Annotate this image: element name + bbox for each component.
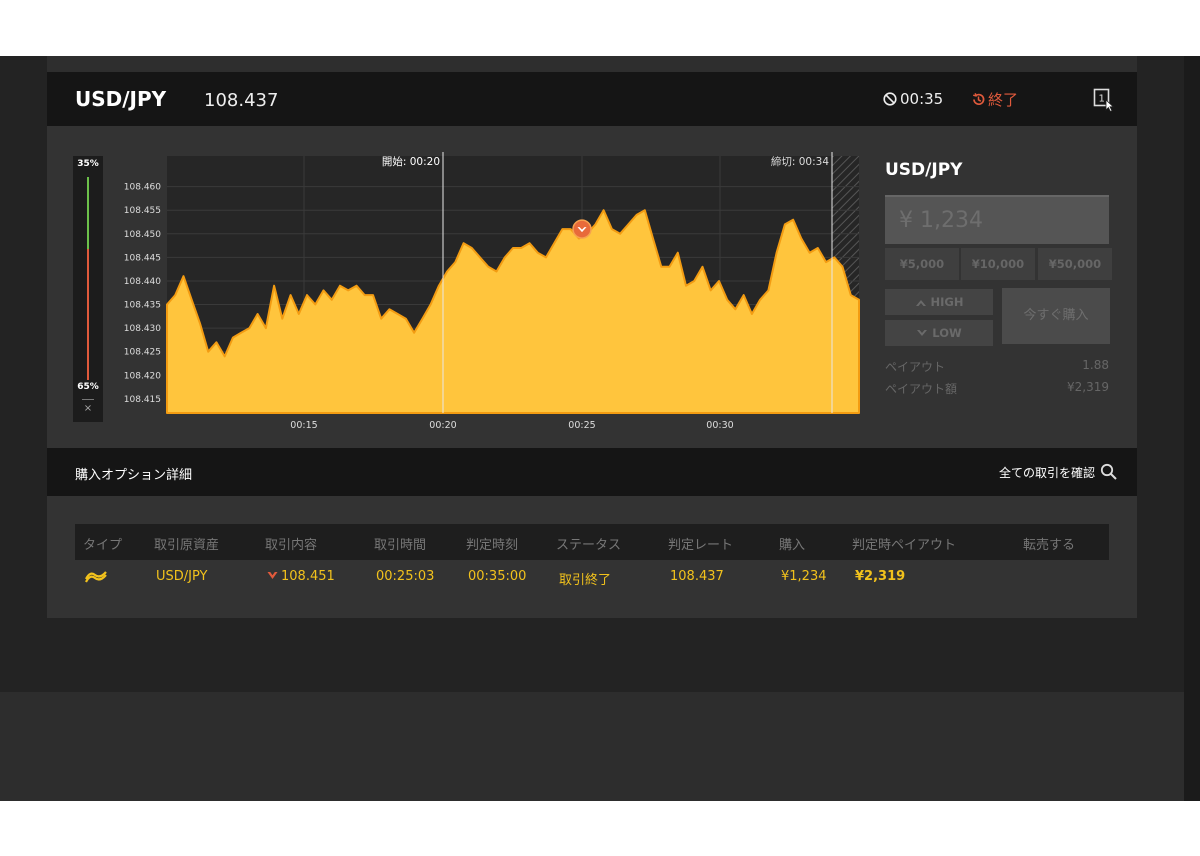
scrollbar-rail[interactable]	[1184, 56, 1200, 801]
table-row[interactable]: USD/JPY 108.451 00:25:03 00:35:00 取引終了 1…	[75, 560, 1109, 596]
y-tick-label: 108.460	[124, 183, 161, 193]
y-tick-label: 108.420	[124, 371, 161, 381]
timer-value: 00:35	[900, 90, 944, 108]
amount-chip-50000[interactable]: ¥50,000	[1038, 248, 1112, 280]
amount-input[interactable]: ¥ 1,234	[885, 195, 1109, 244]
app-lower-background	[0, 692, 1184, 801]
buy-now-button[interactable]: 今すぐ購入	[1002, 288, 1110, 344]
amount-chip-10000[interactable]: ¥10,000	[961, 248, 1035, 280]
up-arrow-icon	[915, 300, 926, 306]
window-toggle-button[interactable]: 1	[1093, 88, 1115, 116]
all-trades-link[interactable]: 全ての取引を確認	[999, 463, 1118, 481]
end-label: 締切: 00:34	[771, 155, 829, 168]
col-payout: 判定時ペイアウト	[852, 538, 957, 553]
col-type: タイプ	[83, 538, 123, 553]
y-tick-label: 108.455	[124, 206, 161, 216]
trading-panel: USD/JPY 108.437 00:35 終了 1 35% 65% × 108…	[47, 72, 1137, 618]
header-timer: 00:35	[883, 90, 943, 108]
no-entry-icon	[883, 92, 897, 106]
svg-text:1: 1	[1099, 94, 1105, 105]
amount-chip-5000[interactable]: ¥5,000	[885, 248, 959, 280]
trade-time-cell: 00:25:03	[376, 569, 435, 584]
payout-value: 1.88	[1082, 358, 1109, 372]
type-cell	[84, 567, 108, 589]
options-table-header: タイプ 取引原資産 取引内容 取引時間 判定時刻 ステータス 判定レート 購入 …	[75, 524, 1109, 560]
search-icon	[1100, 463, 1117, 480]
start-label: 開始: 00:20	[382, 155, 440, 168]
all-trades-label: 全ての取引を確認	[999, 466, 1096, 480]
col-purchase: 購入	[779, 538, 806, 553]
content-rate: 108.451	[281, 569, 335, 584]
y-tick-label: 108.445	[124, 253, 161, 263]
x-tick-label: 00:30	[706, 420, 733, 431]
history-icon	[973, 93, 985, 106]
entry-marker	[572, 219, 592, 239]
gauge-low-bar	[87, 249, 89, 380]
col-resell: 転売する	[1023, 538, 1076, 553]
col-trade-time: 取引時間	[374, 538, 427, 553]
gauge-high-percent: 35%	[77, 159, 99, 169]
payout-label: ペイアウト	[885, 360, 946, 374]
y-tick-label: 108.430	[124, 324, 161, 334]
high-low-type-icon	[85, 571, 107, 583]
high-label: HIGH	[930, 295, 964, 309]
y-tick-label: 108.435	[124, 301, 161, 311]
y-tick-label: 108.440	[124, 277, 161, 287]
gauge-divider	[82, 399, 94, 400]
sentiment-gauge: 35% 65% ×	[73, 156, 103, 422]
trade-header: USD/JPY 108.437 00:35 終了 1	[47, 72, 1137, 126]
col-judge-rate: 判定レート	[668, 538, 734, 553]
status-cell: 取引終了	[559, 573, 612, 588]
options-header-bar: 購入オプション詳細 全ての取引を確認	[47, 448, 1137, 496]
header-pair: USD/JPY	[75, 87, 167, 111]
payout-amount-label: ペイアウト額	[885, 382, 958, 396]
y-tick-label: 108.450	[124, 230, 161, 240]
x-tick-label: 00:15	[290, 420, 317, 431]
low-direction-icon	[267, 572, 278, 579]
x-tick-label: 00:20	[429, 420, 456, 431]
low-button[interactable]: LOW	[885, 320, 993, 346]
down-arrow-icon	[917, 330, 928, 336]
judge-time-cell: 00:35:00	[468, 569, 527, 584]
judge-rate-cell: 108.437	[670, 569, 724, 584]
price-chart: 108.460 108.455 108.450 108.445 108.440 108.4…	[124, 152, 860, 431]
payout-amount-value: ¥2,319	[1067, 380, 1109, 394]
top-strip	[47, 56, 1137, 72]
content-cell: 108.451	[267, 569, 335, 584]
gauge-close-button[interactable]: ×	[73, 403, 103, 414]
gauge-low-percent: 65%	[77, 382, 99, 392]
payout-cell: ¥2,319	[855, 569, 906, 584]
gauge-high-bar	[87, 177, 89, 249]
trade-panel-pair: USD/JPY	[885, 160, 963, 180]
x-tick-label: 00:25	[568, 420, 595, 431]
low-label: LOW	[932, 326, 962, 340]
header-rate: 108.437	[204, 90, 279, 111]
col-status: ステータス	[556, 538, 622, 553]
y-tick-label: 108.425	[124, 348, 161, 358]
status-label: 終了	[988, 91, 1019, 109]
y-tick-label: 108.415	[124, 395, 161, 405]
options-title: 購入オプション詳細	[75, 468, 193, 483]
col-asset: 取引原資産	[154, 538, 220, 553]
purchase-cell: ¥1,234	[781, 569, 827, 584]
asset-cell: USD/JPY	[156, 569, 208, 584]
col-judge-time: 判定時刻	[466, 538, 519, 553]
col-content: 取引内容	[265, 538, 318, 553]
high-button[interactable]: HIGH	[885, 289, 993, 315]
header-status: 終了	[971, 89, 1018, 110]
window-cursor-icon: 1	[1093, 88, 1115, 113]
